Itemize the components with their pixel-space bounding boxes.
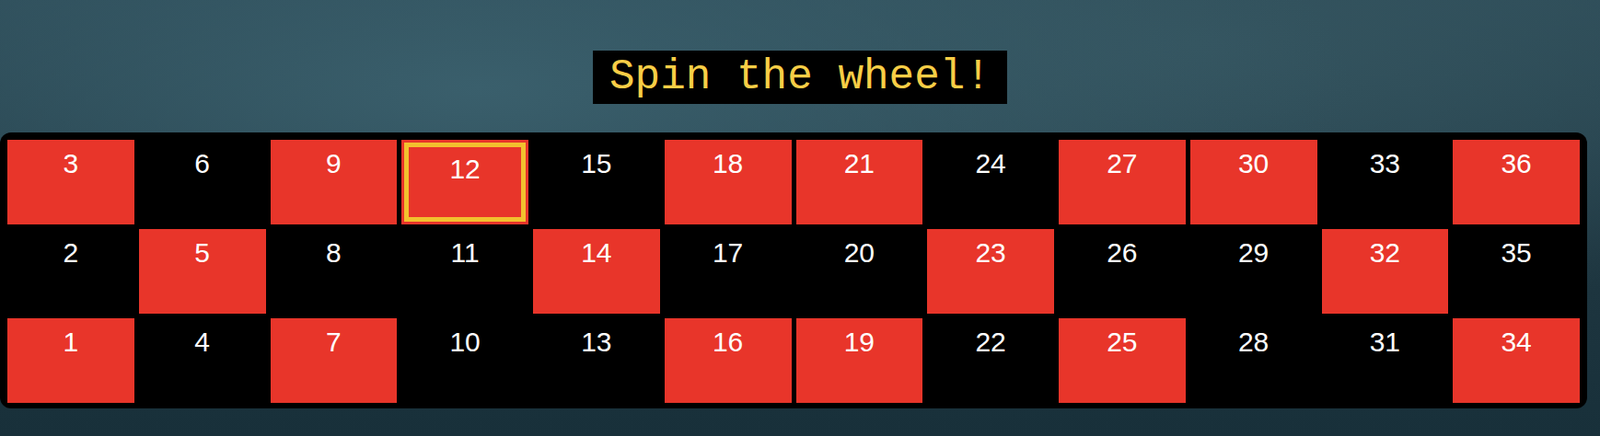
table-photo: Spin the wheel!3691215182124273033362581… <box>0 0 1600 436</box>
number-cell[interactable]: 36 <box>1452 139 1580 225</box>
number-cell[interactable]: 2 <box>7 229 135 314</box>
number-cell[interactable]: 15 <box>533 139 661 225</box>
number-cell[interactable]: 27 <box>1058 139 1186 225</box>
number-cell[interactable]: 4 <box>139 318 267 404</box>
number-cell[interactable]: 19 <box>796 318 924 404</box>
number-cell[interactable]: 29 <box>1190 229 1318 314</box>
number-cell[interactable]: 25 <box>1058 318 1186 404</box>
number-cell[interactable]: 9 <box>270 139 398 225</box>
number-cell[interactable]: 10 <box>401 318 529 404</box>
number-cell[interactable]: 13 <box>533 318 661 404</box>
number-cell[interactable]: 8 <box>270 229 398 314</box>
number-cell[interactable]: 6 <box>139 139 267 225</box>
number-cell[interactable]: 26 <box>1058 229 1186 314</box>
number-cell[interactable]: 28 <box>1190 318 1318 404</box>
spin-title: Spin the wheel! <box>592 50 1008 105</box>
number-cell[interactable]: 5 <box>139 229 267 314</box>
number-cell[interactable]: 22 <box>927 318 1055 404</box>
number-cell[interactable]: 16 <box>664 318 792 404</box>
number-cell[interactable]: 35 <box>1452 229 1580 314</box>
number-cell[interactable]: 18 <box>664 139 792 225</box>
number-cell[interactable]: 33 <box>1321 139 1450 225</box>
number-cell[interactable]: 34 <box>1452 318 1580 404</box>
number-cell[interactable]: 14 <box>533 229 661 314</box>
number-cell[interactable]: 11 <box>401 229 529 314</box>
number-board: 3691215182124273033362581114172023262932… <box>0 132 1588 409</box>
number-cell[interactable]: 17 <box>664 229 792 314</box>
number-cell[interactable]: 3 <box>7 139 135 225</box>
number-cell[interactable]: 1 <box>7 318 135 404</box>
number-cell[interactable]: 7 <box>270 318 398 404</box>
number-cell[interactable]: 31 <box>1321 318 1450 404</box>
number-cell[interactable]: 32 <box>1321 229 1450 314</box>
number-cell[interactable]: 23 <box>927 229 1055 314</box>
number-cell[interactable]: 24 <box>927 139 1055 225</box>
number-cell[interactable]: 30 <box>1190 139 1318 225</box>
number-cell[interactable]: 21 <box>796 139 924 225</box>
number-cell[interactable]: 20 <box>796 229 924 314</box>
number-cell[interactable]: 12 <box>401 139 529 225</box>
